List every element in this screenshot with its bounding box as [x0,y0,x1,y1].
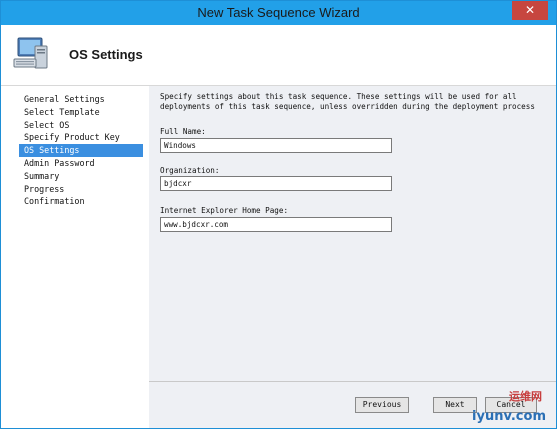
computer-icon [13,37,48,69]
watermark-text: iyunv.com [472,409,546,424]
title-bar[interactable]: New Task Sequence Wizard ✕ [1,1,556,25]
organization-input[interactable] [160,176,392,191]
nav-step-select-os[interactable]: Select OS [19,119,143,132]
nav-step-confirmation[interactable]: Confirmation [19,195,143,208]
settings-panel: Specify settings about this task sequenc… [149,86,556,381]
nav-step-specify-product-key[interactable]: Specify Product Key [19,131,143,144]
nav-step-os-settings[interactable]: OS Settings [19,144,143,157]
ie-home-page-label: Internet Explorer Home Page: [160,206,289,215]
full-name-label: Full Name: [160,127,206,136]
wizard-header: OS Settings [1,25,556,86]
nav-step-summary[interactable]: Summary [19,170,143,183]
ie-home-page-input[interactable] [160,217,392,232]
watermark: 运维网 iyunv.com [352,378,552,426]
watermark-cn-text: 运维网 [509,390,542,403]
nav-step-select-template[interactable]: Select Template [19,106,143,119]
window-title: New Task Sequence Wizard [197,5,360,20]
wizard-window: New Task Sequence Wizard ✕ OS Settings G… [0,0,557,429]
full-name-input[interactable] [160,138,392,153]
nav-step-admin-password[interactable]: Admin Password [19,157,143,170]
organization-label: Organization: [160,166,220,175]
close-button[interactable]: ✕ [512,1,548,20]
description-text: Specify settings about this task sequenc… [160,92,535,111]
nav-step-progress[interactable]: Progress [19,183,143,196]
nav-step-general-settings[interactable]: General Settings [19,93,143,106]
page-title: OS Settings [69,47,143,62]
wizard-steps: General Settings Select Template Select … [19,93,143,208]
